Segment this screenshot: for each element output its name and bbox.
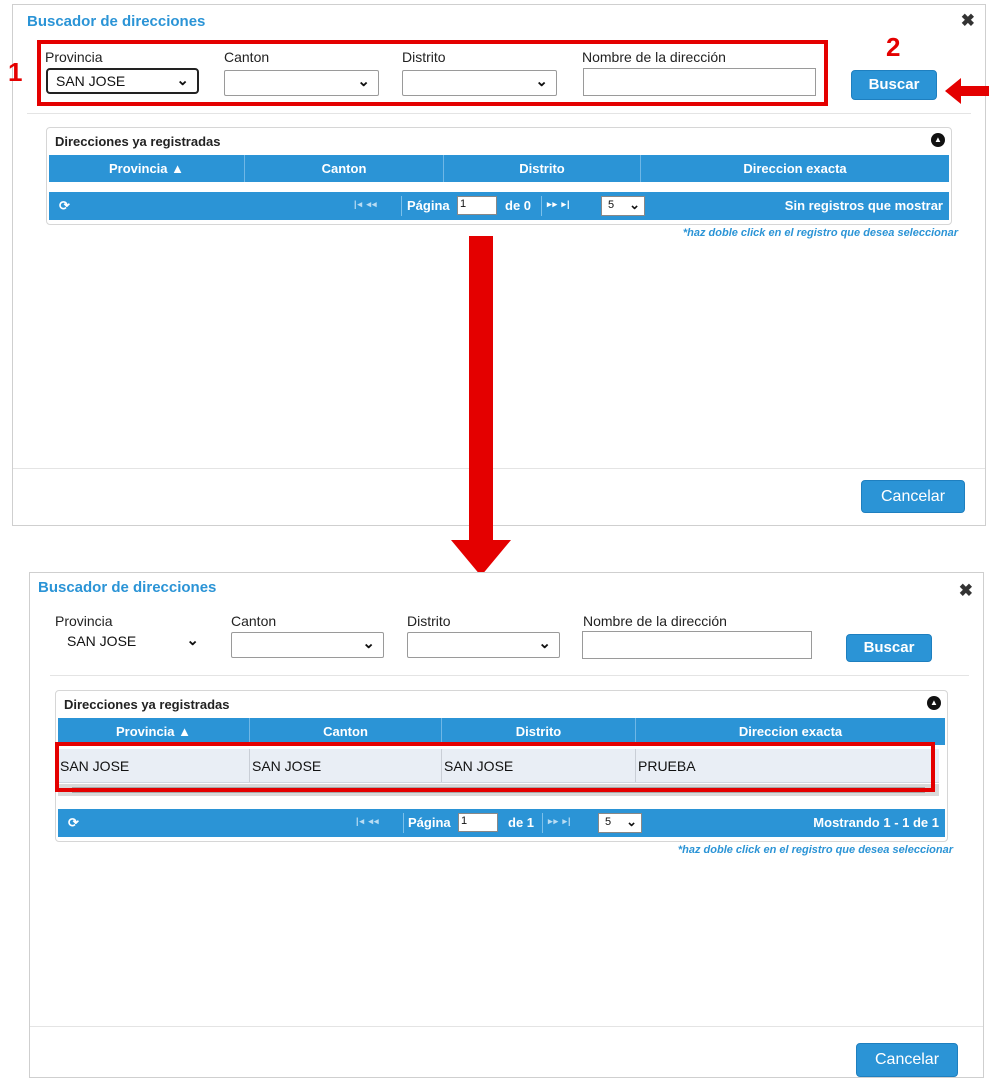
pagina-label: Página — [407, 198, 450, 213]
col-direccion[interactable]: Direccion exacta — [641, 155, 949, 182]
col-distrito[interactable]: Distrito — [444, 155, 641, 182]
chevron-down-icon: ⌄ — [538, 635, 551, 652]
grid-caption: Direcciones ya registradas — [64, 697, 230, 712]
page-input[interactable]: 1 — [457, 196, 497, 215]
refresh-icon[interactable]: ⟳ — [68, 815, 79, 831]
next-last-icons[interactable]: ▸▸ ▸| — [547, 199, 571, 210]
canton-label: Canton — [224, 49, 270, 65]
step-2-label: 2 — [886, 32, 901, 62]
chevron-down-icon: ⌄ — [629, 197, 640, 212]
pagina-label: Página — [408, 815, 451, 830]
provincia-label: Provincia — [45, 49, 103, 65]
close-icon[interactable]: ✖ — [961, 11, 975, 31]
distrito-label: Distrito — [407, 613, 451, 629]
scrollbar-thumb[interactable] — [72, 787, 925, 793]
refresh-icon[interactable]: ⟳ — [59, 198, 70, 214]
arrow-left-icon — [945, 78, 989, 104]
next-last-icons[interactable]: ▸▸ ▸| — [548, 816, 572, 827]
chevron-down-icon: ⌄ — [176, 72, 189, 89]
collapse-icon[interactable]: ▲ — [931, 133, 945, 147]
first-prev-icons[interactable]: |◂ ◂◂ — [356, 816, 380, 827]
col-direccion[interactable]: Direccion exacta — [636, 718, 945, 745]
chevron-down-icon: ⌄ — [362, 635, 375, 652]
page-total: de 0 — [505, 198, 532, 213]
page-total: de 1 — [508, 815, 535, 830]
grid-pager: ⟳ |◂ ◂◂ Página 1 de 0 ▸▸ ▸| 5 ⌄ Sin regi… — [49, 192, 949, 220]
chevron-down-icon: ⌄ — [186, 632, 199, 649]
table-row[interactable]: SAN JOSE SAN JOSE SAN JOSE PRUEBA — [58, 749, 939, 783]
canton-select[interactable]: ⌄ — [224, 70, 379, 96]
grid-pager: ⟳ |◂ ◂◂ Página 1 de 1 ▸▸ ▸| 5 ⌄ Mostrand… — [58, 809, 945, 837]
cell-canton: SAN JOSE — [250, 749, 442, 782]
step-1-label: 1 — [8, 57, 23, 87]
close-icon[interactable]: ✖ — [959, 581, 973, 601]
horizontal-scrollbar[interactable] — [58, 784, 939, 796]
buscar-button[interactable]: Buscar — [851, 70, 937, 100]
nombre-input[interactable] — [583, 68, 816, 96]
col-canton[interactable]: Canton — [245, 155, 444, 182]
col-provincia[interactable]: Provincia ▲ — [49, 155, 245, 182]
chevron-down-icon: ⌄ — [626, 814, 637, 829]
provincia-label: Provincia — [55, 613, 113, 629]
records-info: Sin registros que mostrar — [784, 198, 943, 213]
chevron-down-icon: ⌄ — [357, 73, 370, 90]
provincia-select[interactable]: SAN JOSE ⌄ — [46, 68, 199, 94]
nombre-input[interactable] — [582, 631, 812, 659]
footer-divider — [30, 1026, 983, 1027]
cancelar-button[interactable]: Cancelar — [861, 480, 965, 513]
col-distrito[interactable]: Distrito — [442, 718, 636, 745]
collapse-icon[interactable]: ▲ — [927, 696, 941, 710]
cell-distrito: SAN JOSE — [442, 749, 636, 782]
divider — [50, 675, 969, 676]
results-grid: Direcciones ya registradas ▲ Provincia ▲… — [55, 690, 948, 842]
cancelar-button[interactable]: Cancelar — [856, 1043, 958, 1077]
col-canton[interactable]: Canton — [250, 718, 442, 745]
dialog-title: Buscador de direcciones — [38, 579, 217, 596]
canton-select[interactable]: ⌄ — [231, 632, 384, 658]
distrito-select[interactable]: ⌄ — [407, 632, 560, 658]
hint-text: *haz doble click en el registro que dese… — [682, 227, 958, 239]
grid-header: Provincia ▲ Canton Distrito Direccion ex… — [58, 718, 945, 745]
distrito-select[interactable]: ⌄ — [402, 70, 557, 96]
grid-header: Provincia ▲ Canton Distrito Direccion ex… — [49, 155, 949, 182]
page-size-select[interactable]: 5 ⌄ — [601, 196, 645, 216]
arrow-down-icon — [451, 236, 511, 576]
address-search-dialog-after: Buscador de direcciones ✖ Provincia SAN … — [29, 572, 984, 1078]
page-size-select[interactable]: 5 ⌄ — [598, 813, 642, 833]
results-grid: Direcciones ya registradas ▲ Provincia ▲… — [46, 127, 952, 225]
distrito-label: Distrito — [402, 49, 446, 65]
nombre-label: Nombre de la dirección — [583, 613, 727, 629]
buscar-button[interactable]: Buscar — [846, 634, 932, 662]
hint-text: *haz doble click en el registro que dese… — [677, 844, 953, 856]
dialog-title: Buscador de direcciones — [27, 13, 206, 30]
records-info: Mostrando 1 - 1 de 1 — [813, 815, 939, 830]
grid-caption: Direcciones ya registradas — [55, 134, 221, 149]
cell-provincia: SAN JOSE — [58, 749, 250, 782]
col-provincia[interactable]: Provincia ▲ — [58, 718, 250, 745]
first-prev-icons[interactable]: |◂ ◂◂ — [354, 199, 378, 210]
nombre-label: Nombre de la dirección — [582, 49, 726, 65]
canton-label: Canton — [231, 613, 277, 629]
page-input[interactable]: 1 — [458, 813, 498, 832]
provincia-select[interactable]: SAN JOSE ⌄ — [55, 630, 207, 656]
divider — [27, 113, 971, 114]
chevron-down-icon: ⌄ — [535, 73, 548, 90]
cell-direccion: PRUEBA — [638, 758, 696, 774]
